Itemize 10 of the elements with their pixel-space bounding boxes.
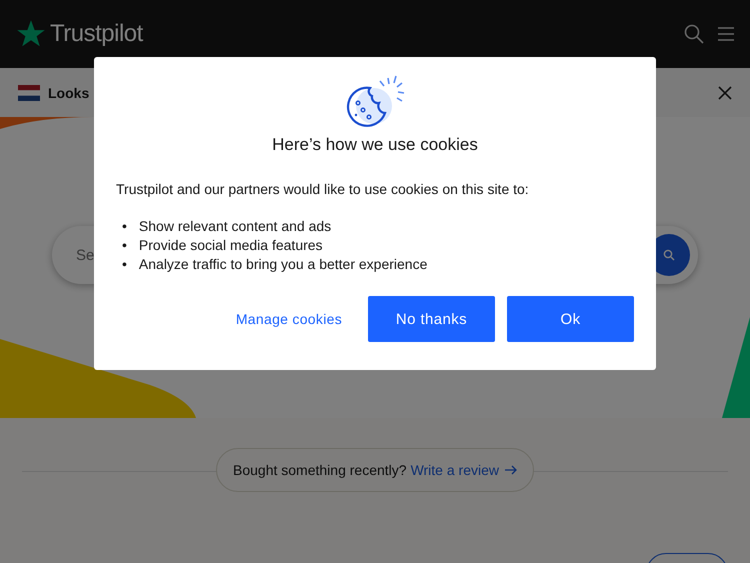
bullet: • [122, 255, 127, 274]
bullet: • [122, 217, 127, 236]
cookie-purpose: Analyze traffic to bring you a better experience [138, 255, 428, 274]
dialog-title: Here’s how we use cookies [271, 135, 479, 155]
bullet: • [122, 236, 127, 255]
cookie-purpose: Show relevant content and ads [138, 217, 332, 236]
banner-text: Looks [48, 84, 90, 100]
dialog-intro: Trustpilot and our partners would like to use cookies on this site to: [116, 181, 530, 197]
prompt-text: Bought something recently? [233, 462, 407, 478]
cookie-purpose: Provide social media features [138, 236, 323, 255]
